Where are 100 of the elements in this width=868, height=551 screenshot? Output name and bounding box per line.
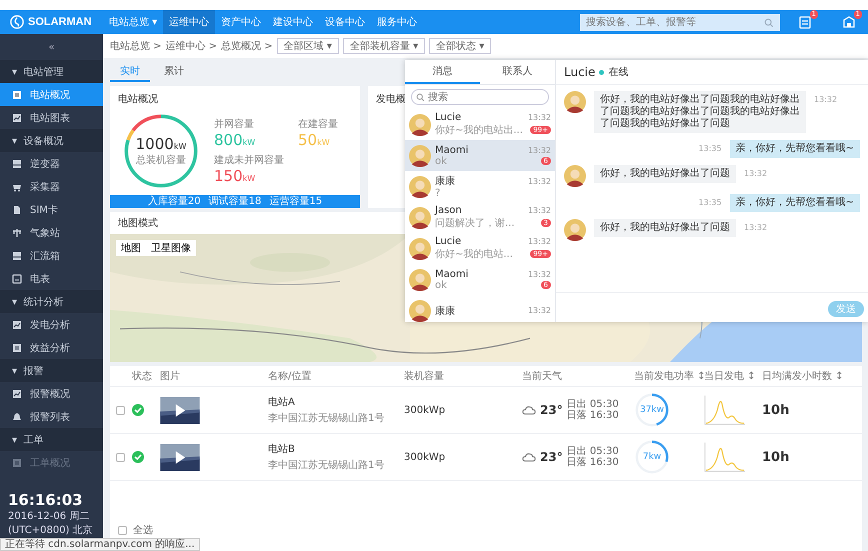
avatar-icon	[409, 206, 431, 228]
message-time: 13:32	[528, 146, 551, 154]
avatar-icon	[564, 91, 586, 113]
station-name[interactable]: 电站B	[268, 442, 404, 456]
stat-label: 建成未并网容量	[214, 154, 284, 166]
temperature: 23°	[540, 450, 563, 464]
sidebar-group[interactable]: ▾ 报警	[0, 359, 103, 382]
sidebar-item[interactable]: 报警概况	[30, 386, 70, 400]
sunrise-time: 日出 05:30	[566, 446, 619, 457]
select-all-checkbox[interactable]	[118, 526, 127, 534]
sidebar-group[interactable]: ▾ 电站管理	[0, 60, 103, 83]
select-all-label: 全选	[133, 524, 153, 537]
sidebar-item[interactable]: 采集器	[30, 180, 60, 194]
stat-value: 150kW	[214, 166, 256, 184]
message-bubble: 你好，我的电站好像出了问题	[594, 165, 736, 183]
avatar-icon	[409, 300, 431, 322]
stat-value: 800kW	[214, 130, 256, 148]
time-zone: (UTC+0800) 北京	[8, 524, 94, 537]
full-load-hours: 10h	[762, 402, 790, 418]
message-time: 13:32	[528, 306, 551, 315]
power-gauge: 7kw	[634, 439, 670, 475]
message-preview: 你好~我的电站出...	[435, 124, 523, 137]
tab[interactable]: 累计	[154, 62, 194, 82]
message-time: 13:32	[814, 94, 838, 104]
sidebar-item[interactable]: 电站图表	[30, 110, 70, 124]
sim-card-icon	[12, 204, 22, 214]
message-time: 13:32	[528, 176, 551, 186]
message-time: 13:32	[528, 113, 551, 122]
avatar-icon	[409, 144, 431, 166]
contact-name: Lucie	[435, 112, 462, 123]
stat-value: 50kW	[298, 130, 331, 148]
search-icon	[416, 93, 425, 102]
station-name[interactable]: 电站A	[268, 395, 404, 409]
sidebar-item[interactable]: 报警列表	[30, 410, 70, 424]
message-bubble: 你好，我的电站好像出了问题我的电站好像出了问题我的电站好像出了问题我的电站好像出了问题我的电站好像出了问题	[594, 91, 806, 133]
station-address: 李中国江苏无锡锡山路1号	[268, 458, 386, 472]
search-field[interactable]: 搜索设备、工单、报警等	[580, 14, 780, 30]
message-time: 13:32	[528, 206, 551, 215]
row-checkbox[interactable]	[116, 406, 125, 414]
chat-tab[interactable]: 消息	[405, 60, 480, 84]
message-preview: 你好~我的电站...	[435, 248, 513, 261]
breadcrumb-item[interactable]: 运维中心 >	[166, 39, 218, 53]
panel-icon	[12, 250, 22, 260]
contact-name: Jason	[435, 205, 462, 216]
breadcrumb-item[interactable]: 总览概况 >	[221, 39, 273, 53]
temperature: 23°	[540, 403, 563, 417]
sidebar-group[interactable]: ▾ 工单	[0, 428, 103, 451]
capacity-count: 运营容量15	[269, 195, 322, 208]
sidebar-item[interactable]: 气象站	[30, 226, 60, 240]
column-header: 当前发电功率 ↕	[634, 370, 704, 383]
avatar-icon	[564, 165, 586, 187]
total-capacity: 1000kW	[136, 134, 186, 152]
search-field[interactable]: 搜索	[411, 89, 549, 105]
message-bubble: 亲，你好，先帮您看看哦~	[730, 194, 860, 212]
card-title: 发电概	[375, 92, 406, 106]
sparkline	[704, 394, 746, 426]
avatar-icon	[409, 114, 431, 136]
filter-dropdown[interactable]: 全部装机容量 ▾	[342, 38, 426, 54]
sidebar-item[interactable]: SIM卡	[30, 202, 58, 216]
message-preview: ok	[435, 280, 447, 290]
message-time: 13:35	[698, 197, 722, 207]
home-icon[interactable]	[842, 15, 856, 29]
chat-tab[interactable]: 联系人	[480, 60, 555, 84]
full-load-hours: 10h	[762, 450, 790, 464]
breadcrumb-item[interactable]: 电站总览 >	[110, 39, 162, 53]
list-icon[interactable]	[798, 15, 812, 29]
contact-name: 康康	[435, 174, 455, 188]
sidebar-group[interactable]: ▾ 统计分析	[0, 290, 103, 313]
sidebar-item[interactable]: 发电分析	[30, 318, 70, 332]
column-header: 当日发电 ↕	[704, 370, 757, 383]
search-icon	[764, 18, 774, 28]
card-title: 电站概况	[117, 92, 158, 106]
meter-icon	[12, 274, 22, 284]
contact-item[interactable]: 康康 13:32	[405, 295, 555, 322]
chat-peer-name: Lucie	[564, 65, 596, 79]
contact-name: 康康	[435, 304, 455, 318]
stat-label: 并网容量	[214, 118, 255, 130]
sidebar-group[interactable]: ▾ 设备概况	[0, 129, 103, 152]
filter-dropdown[interactable]: 全部区域 ▾	[276, 38, 339, 54]
sidebar-item[interactable]: 逆变器	[30, 156, 60, 170]
sidebar-item[interactable]: 效益分析	[30, 340, 70, 354]
avatar-icon	[409, 176, 431, 198]
row-checkbox[interactable]	[116, 452, 125, 462]
sunset-time: 日落 16:30	[566, 457, 619, 468]
message-time: 13:32	[528, 237, 551, 246]
document-icon	[12, 342, 22, 352]
capacity-count: 入库容量20	[148, 195, 201, 208]
sidebar-item[interactable]: 汇流箱	[30, 248, 60, 262]
contact-item[interactable]: 康康 13:32 ?	[405, 171, 555, 202]
message-preview: 问题解决了，谢...	[435, 216, 515, 230]
clock-time: 16:16:03	[8, 491, 84, 509]
contact-name: Maomi	[435, 144, 468, 156]
avatar-icon	[409, 268, 431, 290]
power-gauge: 37kw	[634, 392, 670, 428]
chart-icon	[12, 388, 22, 398]
filter-dropdown[interactable]: 全部状态 ▾	[429, 38, 492, 54]
message-preview: ?	[435, 188, 440, 199]
nav-item[interactable]: 运维中心	[163, 10, 216, 34]
sidebar-item[interactable]: 电表	[30, 272, 50, 286]
cloud-icon	[522, 404, 536, 416]
